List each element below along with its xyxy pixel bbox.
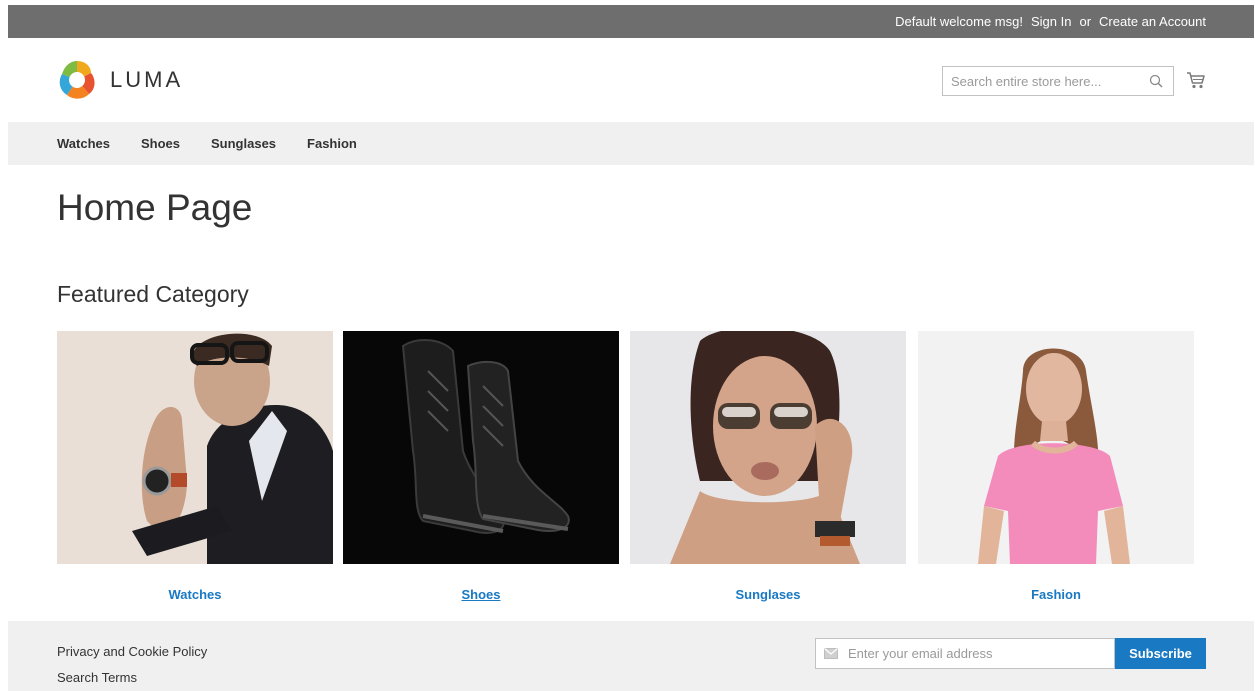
search-icon[interactable] bbox=[1149, 74, 1163, 88]
newsletter-email-input[interactable] bbox=[816, 639, 1114, 668]
welcome-message: Default welcome msg! bbox=[895, 14, 1023, 29]
category-link-fashion[interactable]: Fashion bbox=[918, 587, 1194, 602]
category-card-shoes: Shoes bbox=[343, 331, 619, 602]
category-image-fashion[interactable] bbox=[918, 331, 1194, 564]
top-bar: Default welcome msg! Sign In or Create a… bbox=[8, 5, 1254, 38]
main-navigation: Watches Shoes Sunglases Fashion bbox=[8, 122, 1254, 165]
featured-category-title: Featured Category bbox=[57, 281, 249, 307]
create-account-link[interactable]: Create an Account bbox=[1099, 14, 1206, 29]
luma-logo-icon bbox=[59, 61, 95, 99]
header-links: Default welcome msg! Sign In or Create a… bbox=[895, 5, 1206, 38]
category-link-shoes[interactable]: Shoes bbox=[343, 587, 619, 602]
or-text: or bbox=[1079, 14, 1092, 29]
search-terms-link[interactable]: Search Terms bbox=[57, 665, 207, 691]
category-card-watches: Watches bbox=[57, 331, 333, 602]
newsletter-form: Subscribe bbox=[815, 638, 1206, 669]
category-image-shoes[interactable] bbox=[343, 331, 619, 564]
footer-links: Privacy and Cookie Policy Search Terms bbox=[57, 639, 207, 691]
featured-category-grid: Watches Shoes Sunglases Fashion bbox=[57, 331, 1197, 611]
nav-item-watches[interactable]: Watches bbox=[57, 136, 110, 151]
envelope-icon bbox=[824, 648, 838, 659]
logo-text: LUMA bbox=[110, 67, 184, 92]
search-box bbox=[942, 66, 1174, 96]
category-link-watches[interactable]: Watches bbox=[57, 587, 333, 602]
luma-logo[interactable]: LUMA bbox=[56, 59, 183, 101]
nav-item-sunglases[interactable]: Sunglases bbox=[211, 136, 276, 151]
category-image-watches[interactable] bbox=[57, 331, 333, 564]
site-footer: Privacy and Cookie Policy Search Terms S… bbox=[8, 621, 1254, 691]
sign-in-link[interactable]: Sign In bbox=[1031, 14, 1071, 29]
privacy-policy-link[interactable]: Privacy and Cookie Policy bbox=[57, 639, 207, 665]
category-link-sunglases[interactable]: Sunglases bbox=[630, 587, 906, 602]
search-input[interactable] bbox=[943, 67, 1133, 95]
category-card-sunglases: Sunglases bbox=[630, 331, 906, 602]
subscribe-button[interactable]: Subscribe bbox=[1115, 638, 1206, 669]
cart-icon[interactable] bbox=[1186, 70, 1206, 90]
newsletter-field bbox=[815, 638, 1115, 669]
nav-item-fashion[interactable]: Fashion bbox=[307, 136, 357, 151]
category-card-fashion: Fashion bbox=[918, 331, 1194, 602]
nav-item-shoes[interactable]: Shoes bbox=[141, 136, 180, 151]
page-title: Home Page bbox=[57, 187, 253, 228]
site-header: LUMA bbox=[0, 38, 1255, 122]
category-image-sunglases[interactable] bbox=[630, 331, 906, 564]
